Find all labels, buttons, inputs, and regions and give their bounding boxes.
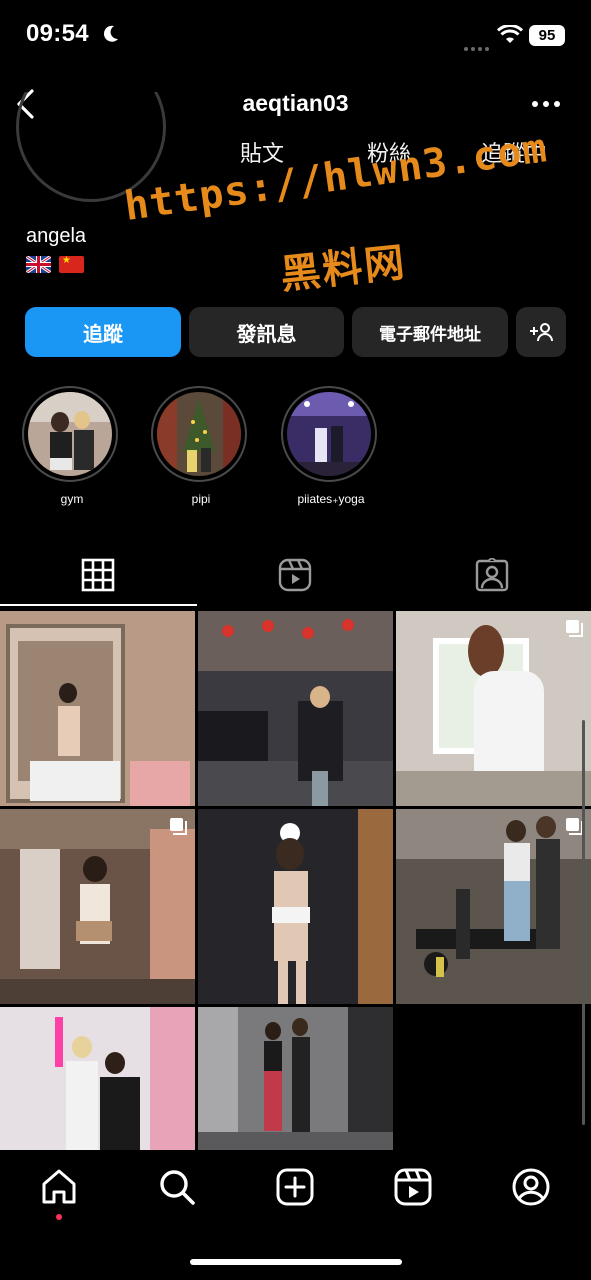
highlight-thumbnail bbox=[287, 392, 371, 476]
more-options-icon[interactable] bbox=[530, 96, 562, 112]
watermark-name: 黑料网 bbox=[278, 240, 409, 298]
highlight-pilates-yoga[interactable]: piiates₊yoga bbox=[281, 386, 381, 506]
tagged-icon[interactable] bbox=[475, 558, 509, 592]
follow-button[interactable]: 追蹤 bbox=[25, 307, 181, 357]
post-thumbnail[interactable] bbox=[0, 809, 195, 1004]
scrollbar[interactable] bbox=[582, 720, 585, 1125]
uk-flag-icon bbox=[26, 256, 51, 273]
china-flag-icon bbox=[59, 256, 84, 273]
post-thumbnail[interactable] bbox=[198, 809, 393, 1004]
focus-moon-icon bbox=[103, 25, 118, 42]
add-user-button[interactable] bbox=[516, 307, 566, 357]
post-thumbnail[interactable] bbox=[396, 809, 591, 1004]
multi-post-icon bbox=[566, 818, 583, 835]
display-name: angela bbox=[26, 225, 87, 247]
highlight-pipi[interactable]: pipi bbox=[151, 386, 251, 506]
battery-indicator: 95 bbox=[529, 25, 565, 46]
reels-icon[interactable] bbox=[278, 558, 312, 592]
highlight-label: piiates₊yoga bbox=[297, 492, 365, 506]
create-icon[interactable] bbox=[276, 1168, 314, 1206]
post-thumbnail[interactable] bbox=[198, 1007, 393, 1150]
post-thumbnail[interactable] bbox=[198, 611, 393, 806]
home-indicator[interactable] bbox=[190, 1259, 402, 1265]
profile-icon[interactable] bbox=[512, 1168, 550, 1206]
grid-icon[interactable] bbox=[81, 558, 115, 592]
watermark-url: https://hlwn3.com bbox=[121, 125, 551, 230]
wifi-icon bbox=[497, 25, 523, 43]
post-thumbnail[interactable] bbox=[0, 611, 195, 806]
highlight-thumbnail bbox=[28, 392, 112, 476]
active-tab-indicator bbox=[0, 604, 197, 606]
email-button[interactable]: 電子郵件地址 bbox=[352, 307, 508, 357]
highlight-label: gym bbox=[60, 492, 84, 506]
search-icon[interactable] bbox=[158, 1168, 196, 1206]
add-user-icon bbox=[530, 323, 553, 342]
highlight-gym[interactable]: gym bbox=[22, 386, 122, 506]
highlight-thumbnail bbox=[157, 392, 241, 476]
notification-dot bbox=[56, 1214, 62, 1220]
multi-post-icon bbox=[566, 620, 583, 637]
home-icon[interactable] bbox=[40, 1168, 78, 1206]
highlight-label: pipi bbox=[191, 492, 211, 506]
post-thumbnail[interactable] bbox=[396, 611, 591, 806]
bio-flags bbox=[26, 256, 84, 273]
multi-post-icon bbox=[170, 818, 187, 835]
status-time: 09:54 bbox=[26, 20, 89, 47]
signal-icon bbox=[464, 38, 492, 56]
reels-icon[interactable] bbox=[394, 1168, 432, 1206]
message-button[interactable]: 發訊息 bbox=[189, 307, 344, 357]
post-thumbnail[interactable] bbox=[0, 1007, 195, 1150]
